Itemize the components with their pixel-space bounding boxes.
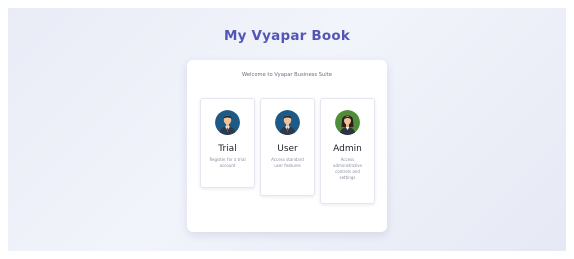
app-title: My Vyapar Book (223, 28, 351, 44)
female-user-avatar-icon (335, 110, 360, 135)
page-background: My Vyapar Book Welcome to Vyapar Busines… (8, 8, 566, 251)
role-description-admin: Access administrative controls and setti… (333, 157, 362, 180)
role-card-user[interactable]: User Access standard user features (260, 98, 315, 196)
male-user-avatar-icon (215, 110, 240, 135)
role-description-trial: Register for a trial account (209, 157, 246, 168)
welcome-text: Welcome to Vyapar Business Suite (242, 72, 332, 78)
role-name-user: User (277, 144, 298, 154)
role-card-trial[interactable]: Trial Register for a trial account (200, 98, 255, 188)
login-card: Welcome to Vyapar Business Suite Trial R… (187, 60, 387, 232)
male-user-avatar-icon (275, 110, 300, 135)
role-card-admin[interactable]: Admin Access administrative controls and… (320, 98, 375, 204)
role-name-trial: Trial (218, 144, 237, 154)
role-description-user: Access standard user features (271, 157, 304, 168)
role-name-admin: Admin (333, 144, 362, 154)
